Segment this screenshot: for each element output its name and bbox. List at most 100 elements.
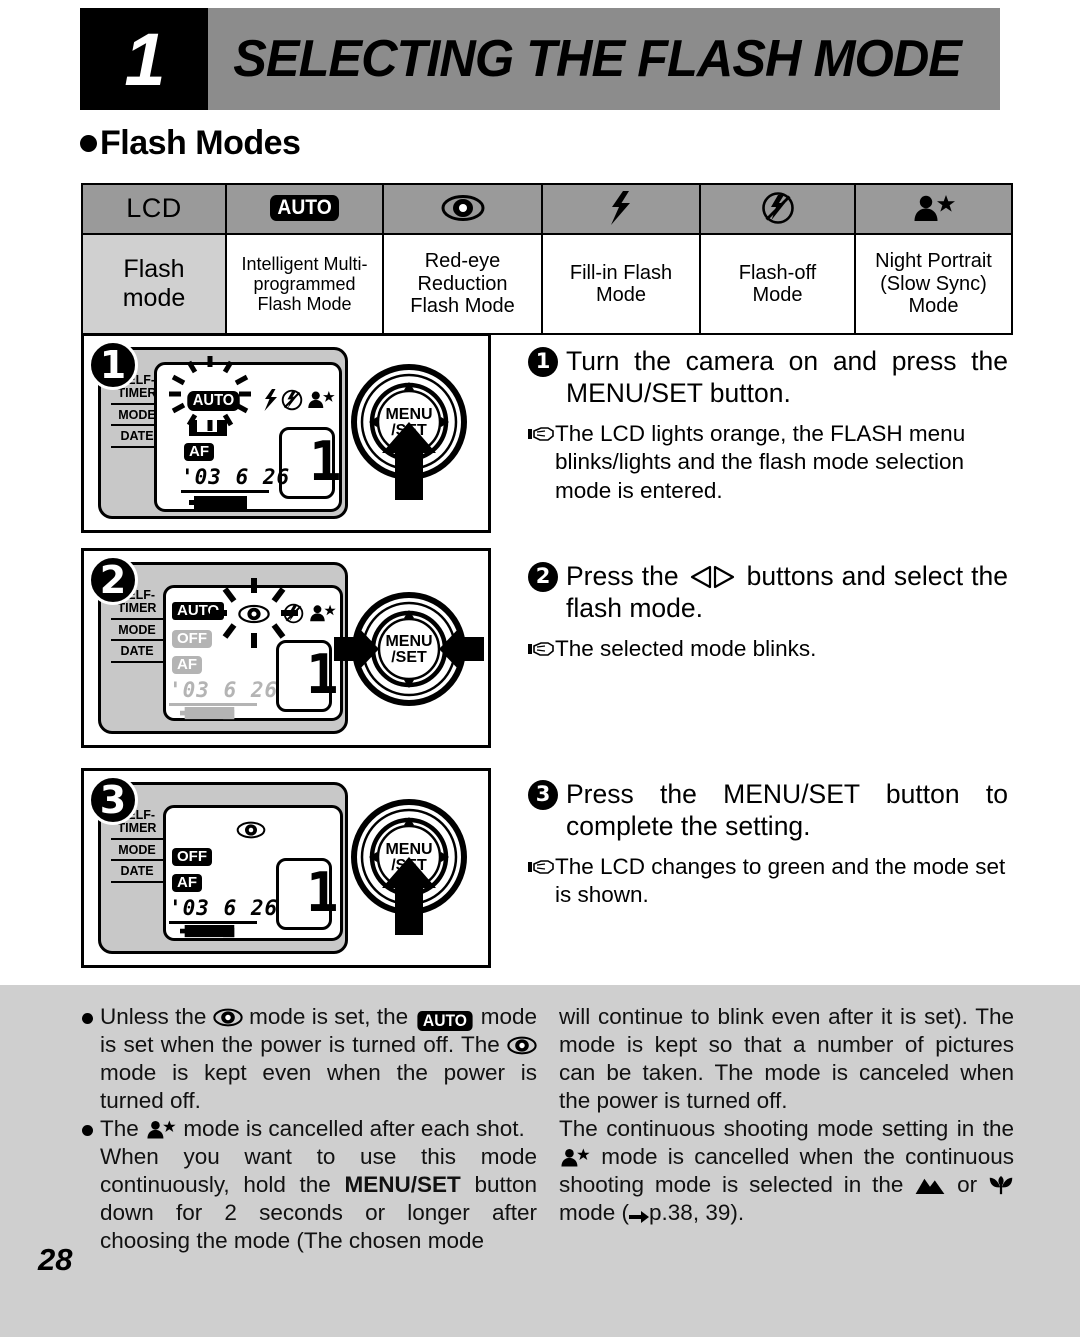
step1-number: 1: [528, 347, 558, 377]
arrow-right-ref-icon: [629, 1211, 650, 1223]
table-icon-night-portrait: [854, 183, 1013, 235]
step1-heading: 1 Turn the camera on and press the MENU/…: [528, 345, 1008, 410]
svg-text:/SET: /SET: [391, 649, 427, 666]
nav-dial-1[interactable]: MENU /SET: [342, 360, 477, 510]
auto-badge-icon: AUTO: [269, 195, 340, 221]
table-label-flash-mode: Flash mode: [81, 233, 227, 335]
lcd-content-1: AUTO AF '03 6 26 1: [157, 356, 342, 509]
nav-dial-2[interactable]: MENU /SET: [334, 579, 484, 719]
table-label-night-portrait: Night Portrait (Slow Sync) Mode: [854, 233, 1013, 335]
chapter-number: 1: [80, 8, 208, 110]
table-icon-fill-in: [541, 183, 701, 235]
lcd-date-underline-1: [181, 490, 269, 493]
redeye-label-l3: Flash Mode: [410, 295, 515, 318]
flash-off-icon: [761, 192, 794, 224]
lcd-screen-2: AUTO OFF AF '03 6 26 1: [163, 578, 343, 721]
lcd-af-badge-3: AF: [172, 874, 202, 892]
notes-right-column: will continue to blink even after it is …: [559, 1003, 1014, 1255]
nav-dial-3[interactable]: MENU /SET: [342, 795, 477, 945]
step3-heading-text: Press the MENU/SET button to complete th…: [566, 779, 1008, 842]
lcd-off-badge-2: OFF: [172, 630, 212, 648]
red-eye-icon-inline-1: [213, 1008, 243, 1027]
menu-set-bold: MENU/SET: [344, 1172, 461, 1197]
notes-left-column: Unless the mode is set, the AUTO mode is…: [82, 1003, 537, 1255]
note-bullet-2: [82, 1125, 93, 1136]
lcd-auto-badge-1: AUTO: [187, 391, 240, 411]
lcd-screen-3: OFF AF '03 6 26 1: [163, 805, 343, 941]
flashoff-label-l2: Mode: [752, 284, 803, 306]
night-portrait-icon: [914, 195, 955, 221]
note-right-p2c: or: [957, 1172, 978, 1197]
step3-text: 3 Press the MENU/SET button to complete …: [528, 778, 1008, 910]
note-right-para2: The continuous shooting mode setting in …: [559, 1115, 1014, 1227]
flash-modes-table: LCD AUTO Flash mode Intelligent Multi- p…: [81, 183, 1013, 335]
red-eye-icon-inline-2: [507, 1036, 537, 1055]
table-label-flash-off: Flash-off Mode: [699, 233, 856, 335]
step2-heading-text: Press the buttons and select the flash m…: [566, 560, 1008, 625]
lcd-red-eye-icon-2: [238, 604, 270, 624]
note-item-1: Unless the mode is set, the AUTO mode is…: [82, 1003, 537, 1115]
note-bullet-1: [82, 1013, 93, 1024]
lcd-date-1: '03 6 26: [181, 465, 291, 489]
bullet-disc-icon: [80, 135, 97, 152]
side-label-date-2: DATE: [111, 641, 163, 663]
step1-illustration-panel: SELF- TIMER MODE DATE AUTO AF '03 6 26 1…: [81, 333, 491, 533]
note1-part1: Unless the: [100, 1004, 207, 1029]
lightning-bolt-icon: [611, 191, 630, 225]
frame-count-1: 1: [309, 430, 342, 493]
lcd-screen-1: AUTO AF '03 6 26 1: [154, 356, 342, 512]
step3-heading: 3 Press the MENU/SET button to complete …: [528, 778, 1008, 843]
step2-note: The selected mode blinks.: [528, 635, 1008, 664]
lcd-night-portrait-icon-1: [308, 391, 335, 408]
step1-text: 1 Turn the camera on and press the MENU/…: [528, 345, 1008, 505]
battery-icon-3: [180, 924, 235, 938]
night-portrait-icon-inline-1: [147, 1120, 176, 1139]
left-right-arrow-buttons-icon: [690, 565, 734, 589]
auto-label-l3: Flash Mode: [257, 294, 352, 315]
lcd-night-portrait-icon-2: [310, 604, 336, 622]
night-label-l1: Night Portrait: [875, 250, 992, 273]
auto-label-l1: Intelligent Multi-: [241, 253, 368, 274]
flashoff-label-l1: Flash-off: [738, 261, 817, 284]
step2-heading: 2 Press the buttons and select the flash…: [528, 560, 1008, 625]
notes-columns: Unless the mode is set, the AUTO mode is…: [82, 1003, 1017, 1255]
auto-label-l2: programmed: [253, 273, 356, 294]
step2-text: 2 Press the buttons and select the flash…: [528, 560, 1008, 663]
flash-mode-line1: Flash: [123, 255, 185, 284]
note2-part1: The: [100, 1116, 139, 1141]
pointing-hand-icon-3: [528, 859, 554, 874]
lcd-af-badge-1: AF: [184, 443, 214, 461]
table-icon-flash-off: [699, 183, 856, 235]
note-right-para1: will continue to blink even after it is …: [559, 1004, 1014, 1113]
note2-part2: mode is cancelled after each shot.: [183, 1116, 525, 1141]
pointing-hand-icon-2: [528, 641, 554, 656]
svg-text:MENU: MENU: [385, 841, 432, 858]
lcd-bolt-icon-1: [264, 389, 277, 411]
step3-number: 3: [528, 780, 558, 810]
svg-text:MENU: MENU: [385, 406, 432, 423]
chapter-header-bar: 1 SELECTING THE FLASH MODE: [80, 8, 1000, 110]
red-eye-icon: [441, 195, 484, 221]
night-label-l2: (Slow Sync): [880, 272, 987, 295]
lcd-flash-off-icon-2: [283, 603, 304, 624]
macro-tulip-icon: [989, 1175, 1013, 1195]
step3-illustration-panel: SELF- TIMER MODE DATE OFF AF '03 6 26 1 …: [81, 768, 491, 968]
note-right-p2d: mode (: [559, 1200, 630, 1225]
table-label-row: Flash mode Intelligent Multi- programmed…: [81, 233, 1013, 335]
redeye-label-l1: Red-eye: [424, 250, 501, 273]
note-right-p2b: mode is cancelled when the continuous sh…: [559, 1144, 1014, 1197]
step2-illustration-panel: SELF- TIMER MODE DATE AUTO OFF AF '03 6 …: [81, 548, 491, 748]
table-label-fill-in: Fill-in Flash Mode: [541, 233, 701, 335]
note-item-2: The mode is cancelled after each shot.: [82, 1115, 537, 1143]
auto-badge-icon-inline-1: AUTO: [416, 1011, 472, 1031]
table-icon-red-eye: [382, 183, 543, 235]
frame-count-3: 1: [306, 861, 339, 924]
note-item-1-text: Unless the mode is set, the AUTO mode is…: [100, 1003, 537, 1115]
table-icon-row: LCD AUTO: [81, 183, 1013, 235]
note-item-2-text: The mode is cancelled after each shot.: [100, 1115, 537, 1143]
step3-note: The LCD changes to green and the mode se…: [528, 853, 1008, 910]
lcd-red-eye-icon-3: [236, 821, 266, 839]
lcd-date-3: '03 6 26: [169, 896, 279, 920]
night-label-l3: Mode: [908, 295, 959, 318]
battery-icon-2: [180, 706, 235, 720]
